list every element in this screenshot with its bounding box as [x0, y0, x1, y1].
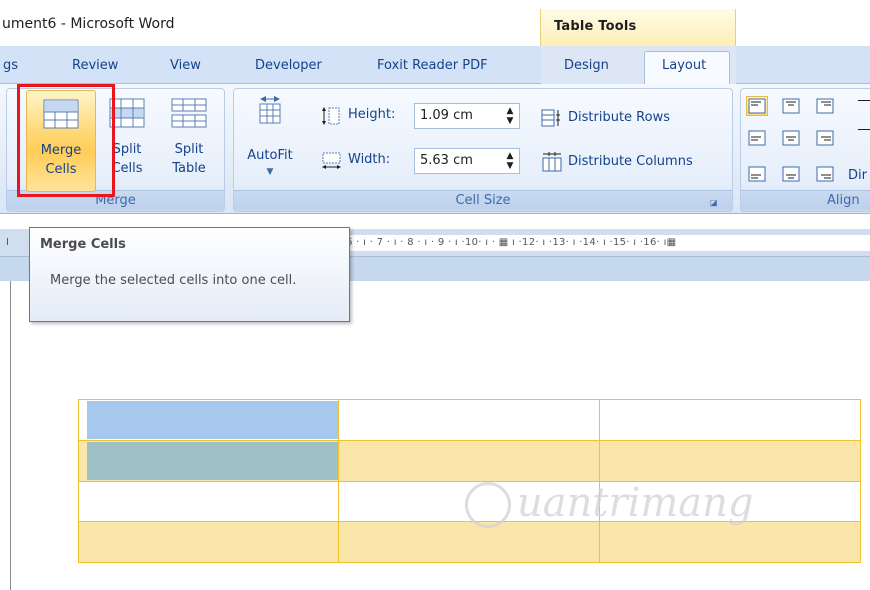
align-center-right-icon [816, 130, 834, 146]
align-bottom-left-icon [748, 166, 766, 182]
watermark-logo-icon [465, 482, 511, 528]
alignment-group-label: Align [741, 190, 870, 210]
height-input[interactable]: 1.09 cm ▲ ▼ [414, 103, 520, 129]
distribute-rows-button[interactable]: Distribute Rows [541, 107, 711, 131]
split-table-button[interactable]: Split Table [158, 90, 220, 192]
width-input[interactable]: 5.63 cm ▲ ▼ [414, 148, 520, 174]
table-cell-r2c3[interactable] [599, 440, 861, 482]
autofit-button[interactable]: AutoFit ▼ [240, 92, 300, 188]
width-spinner[interactable]: ▲ ▼ [505, 151, 515, 171]
row-height-icon [322, 107, 340, 125]
merge-cells-highlight-frame [17, 84, 115, 197]
text-direction-button[interactable]: Dir [848, 168, 867, 183]
align-bottom-center-button[interactable] [780, 164, 802, 184]
tab-design[interactable]: Design [564, 58, 609, 73]
table-cell-r1c2[interactable] [338, 399, 600, 441]
align-center-right-button[interactable] [814, 128, 836, 148]
distribute-rows-label: Distribute Rows [568, 110, 670, 125]
tab-review[interactable]: Review [72, 58, 118, 73]
align-top-center-icon [782, 98, 800, 114]
align-bottom-right-button[interactable] [814, 164, 836, 184]
split-table-label-1: Split [174, 142, 204, 157]
align-bottom-right-icon [816, 166, 834, 182]
table-cell-r1c1[interactable] [78, 399, 339, 441]
align-top-left-icon [748, 98, 766, 114]
align-bottom-left-button[interactable] [746, 164, 768, 184]
tab-layout[interactable]: Layout [662, 58, 706, 73]
dialog-launcher-icon[interactable]: ◪ [710, 198, 721, 209]
width-value: 5.63 cm [420, 153, 473, 168]
autofit-label: AutoFit [247, 148, 293, 163]
tab-mailings[interactable]: gs [3, 58, 18, 73]
tooltip-body: Merge the selected cells into one cell. [50, 273, 297, 288]
height-label: Height: [348, 107, 396, 122]
tab-view[interactable]: View [170, 58, 201, 73]
ruler-marks: 6 · ı · 7 · ı · 8 · ı · 9 · ı ·10· ı · ▦… [346, 237, 677, 248]
width-control: Width: 5.63 cm ▲ ▼ [320, 148, 530, 174]
tab-developer[interactable]: Developer [255, 58, 322, 73]
distribute-rows-icon [541, 109, 560, 127]
split-table-label-2: Table [172, 161, 206, 176]
align-top-right-icon [816, 98, 834, 114]
autofit-icon [259, 96, 281, 124]
distribute-columns-icon [542, 152, 562, 172]
distribute-columns-button[interactable]: Distribute Columns [541, 151, 731, 175]
height-value: 1.09 cm [420, 108, 473, 123]
align-bottom-center-icon [782, 166, 800, 182]
table-cell-r2c1[interactable] [78, 440, 339, 482]
split-table-icon [171, 98, 207, 128]
align-center-icon [782, 130, 800, 146]
width-label: Width: [348, 152, 391, 167]
table-tools-label: Table Tools [554, 19, 637, 34]
height-spinner[interactable]: ▲ ▼ [505, 106, 515, 126]
merge-cells-tooltip: Merge Cells Merge the selected cells int… [29, 227, 350, 322]
align-center-button[interactable] [780, 128, 802, 148]
distribute-columns-label: Distribute Columns [568, 154, 693, 169]
table-cell-r4c1[interactable] [78, 521, 339, 563]
column-width-icon [322, 152, 341, 169]
window-title: ument6 - Microsoft Word [2, 16, 175, 32]
selected-cell-highlight [87, 442, 338, 480]
watermark: uantrimang [465, 478, 795, 548]
watermark-text: uantrimang [517, 480, 754, 526]
table-cell-r2c2[interactable] [338, 440, 600, 482]
cell-size-group-label: Cell Size [234, 190, 732, 210]
align-center-left-icon [748, 130, 766, 146]
tooltip-title: Merge Cells [40, 237, 126, 252]
selected-cell-highlight [87, 401, 338, 439]
tab-foxit-reader-pdf[interactable]: Foxit Reader PDF [377, 58, 488, 73]
table-cell-r1c3[interactable] [599, 399, 861, 441]
height-control: Height: 1.09 cm ▲ ▼ [320, 103, 530, 129]
align-top-left-button[interactable] [746, 96, 768, 116]
chevron-down-icon: ▼ [266, 167, 274, 177]
align-center-left-button[interactable] [746, 128, 768, 148]
text-direction-icon [858, 100, 870, 130]
table-cell-r3c1[interactable] [78, 481, 339, 522]
ruler-left-mark: I [6, 237, 9, 248]
align-top-center-button[interactable] [780, 96, 802, 116]
align-top-right-button[interactable] [814, 96, 836, 116]
